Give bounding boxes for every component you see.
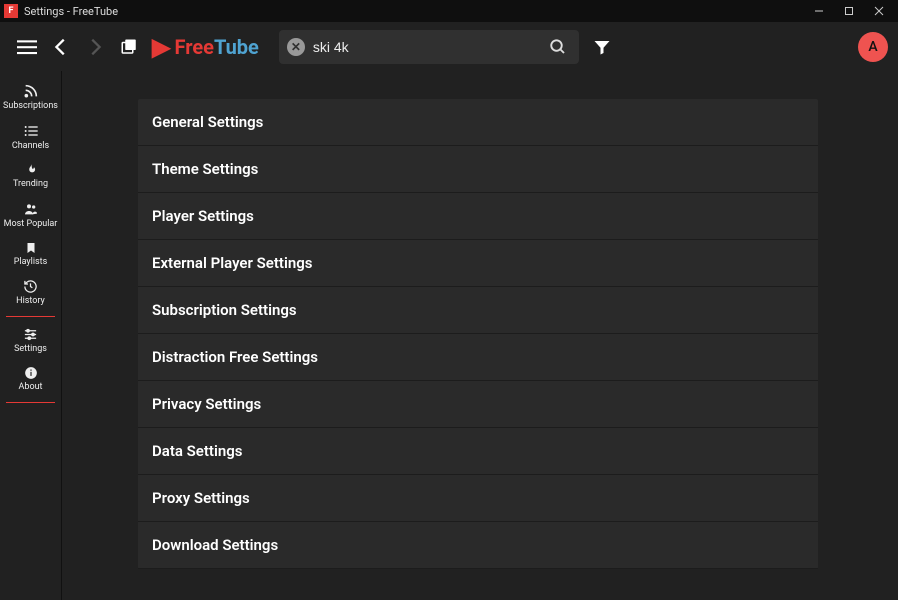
sidebar-item-label: Channels	[12, 141, 49, 151]
sidebar-item-channels[interactable]: Channels	[0, 117, 61, 157]
sidebar-item-playlists[interactable]: Playlists	[0, 235, 61, 273]
sidebar-item-label: About	[19, 382, 43, 392]
history-icon	[23, 279, 38, 294]
settings-row-download[interactable]: Download Settings	[138, 522, 818, 569]
search-icon[interactable]	[545, 34, 571, 60]
sidebar-item-label: History	[16, 296, 45, 306]
settings-row-general[interactable]: General Settings	[138, 99, 818, 146]
body: Subscriptions Channels Trending Most Pop…	[0, 71, 898, 600]
sidebar-item-label: Most Popular	[4, 219, 58, 229]
settings-row-privacy[interactable]: Privacy Settings	[138, 381, 818, 428]
info-icon	[24, 366, 38, 380]
close-button[interactable]	[864, 0, 894, 22]
sidebar-item-label: Settings	[14, 344, 47, 354]
back-button[interactable]	[44, 30, 78, 64]
sidebar-item-about[interactable]: About	[0, 360, 61, 398]
sidebar-item-most-popular[interactable]: Most Popular	[0, 195, 61, 235]
forward-button[interactable]	[78, 30, 112, 64]
clear-search-button[interactable]: ✕	[287, 38, 305, 56]
settings-row-external-player[interactable]: External Player Settings	[138, 240, 818, 287]
sidebar-item-label: Subscriptions	[3, 101, 58, 111]
settings-row-theme[interactable]: Theme Settings	[138, 146, 818, 193]
minimize-button[interactable]	[804, 0, 834, 22]
bookmark-icon	[25, 241, 37, 255]
sidebar-item-settings[interactable]: Settings	[0, 321, 61, 360]
settings-row-player[interactable]: Player Settings	[138, 193, 818, 240]
sidebar: Subscriptions Channels Trending Most Pop…	[0, 71, 62, 600]
logo[interactable]: ▶ FreeTube	[152, 33, 259, 61]
search-box: ✕	[279, 30, 579, 64]
fire-icon	[24, 163, 38, 177]
settings-row-distraction-free[interactable]: Distraction Free Settings	[138, 334, 818, 381]
users-icon	[23, 201, 39, 217]
window-controls	[804, 0, 894, 22]
sidebar-divider	[6, 402, 55, 403]
sidebar-item-history[interactable]: History	[0, 273, 61, 312]
window-title: Settings - FreeTube	[24, 5, 118, 18]
filter-button[interactable]	[585, 30, 619, 64]
settings-row-data[interactable]: Data Settings	[138, 428, 818, 475]
content-area[interactable]: General Settings Theme Settings Player S…	[62, 71, 898, 600]
sidebar-item-label: Trending	[13, 179, 48, 189]
profile-button[interactable]: A	[858, 32, 888, 62]
maximize-button[interactable]	[834, 0, 864, 22]
sidebar-divider	[6, 316, 55, 317]
sidebar-item-label: Playlists	[14, 257, 48, 267]
rss-icon	[23, 83, 39, 99]
new-window-button[interactable]	[112, 30, 146, 64]
sidebar-item-subscriptions[interactable]: Subscriptions	[0, 77, 61, 117]
settings-row-proxy[interactable]: Proxy Settings	[138, 475, 818, 522]
settings-row-subscription[interactable]: Subscription Settings	[138, 287, 818, 334]
logo-mark-icon: ▶	[152, 33, 170, 61]
app-icon: F	[4, 4, 18, 18]
menu-button[interactable]	[10, 30, 44, 64]
toolbar: ▶ FreeTube ✕ A	[0, 22, 898, 71]
list-icon	[23, 123, 39, 139]
search-input[interactable]	[313, 39, 545, 55]
profile-letter: A	[868, 39, 877, 55]
sidebar-item-trending[interactable]: Trending	[0, 157, 61, 195]
titlebar: F Settings - FreeTube	[0, 0, 898, 22]
logo-text-tube: Tube	[214, 35, 259, 59]
settings-panel: General Settings Theme Settings Player S…	[138, 99, 818, 569]
logo-text-free: Free	[174, 35, 213, 59]
sliders-icon	[23, 327, 38, 342]
